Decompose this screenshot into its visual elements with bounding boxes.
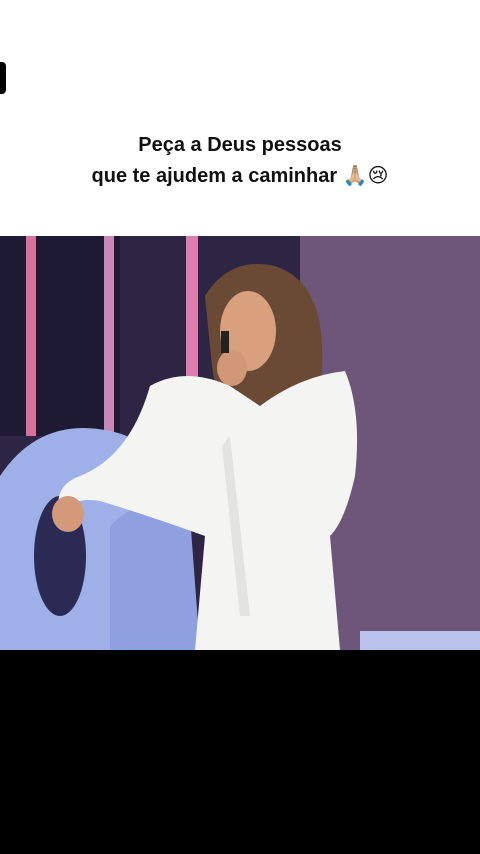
video-frame[interactable]: [0, 236, 480, 650]
singer-fist: [52, 496, 84, 532]
caption-line-2-wrap: que te ajudem a caminhar 🙏🏼😢: [0, 160, 480, 191]
stage-floor-right: [360, 631, 480, 650]
stage-left-panel: [0, 236, 120, 436]
caption-area: Peça a Deus pessoas que te ajudem a cami…: [0, 0, 480, 236]
caption-line-2: que te ajudem a caminhar: [91, 165, 338, 187]
singer-hand: [217, 350, 247, 386]
light-strip-2: [104, 236, 114, 446]
light-strip-3: [186, 236, 198, 386]
caption-emojis: 🙏🏼😢: [342, 163, 389, 187]
video-scene: [0, 236, 480, 650]
caption-text: Peça a Deus pessoas que te ajudem a cami…: [0, 130, 480, 191]
light-strip-1: [26, 236, 36, 436]
microphone: [221, 331, 229, 353]
bottom-letterbox: [0, 650, 480, 854]
edge-marker: [0, 62, 6, 94]
caption-line-1: Peça a Deus pessoas: [138, 134, 342, 156]
